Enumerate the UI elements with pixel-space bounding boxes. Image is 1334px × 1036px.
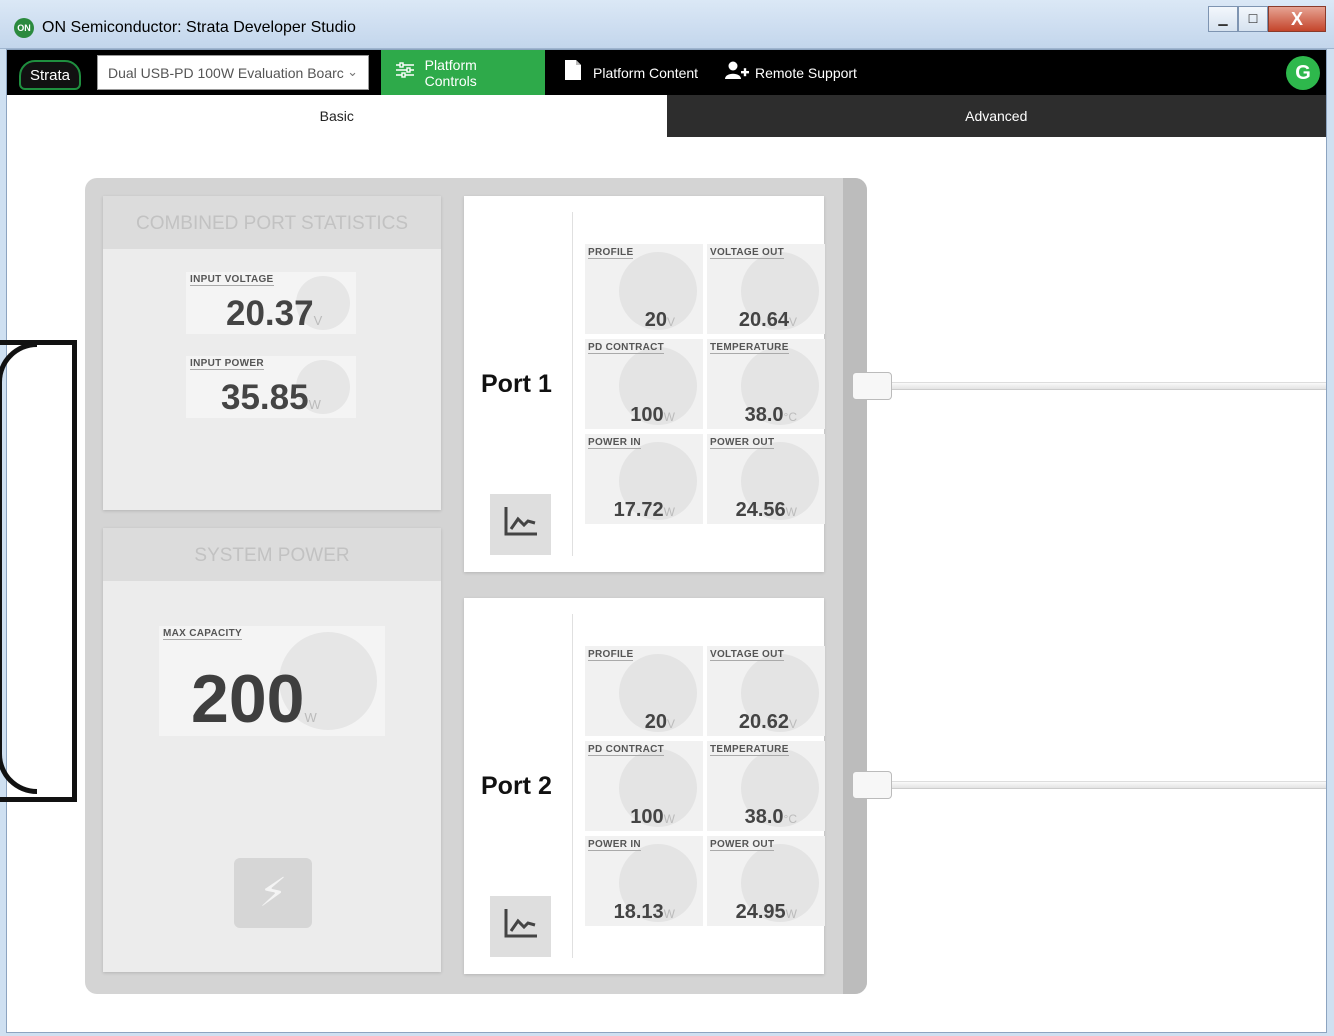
- cell-label: TEMPERATURE: [710, 744, 789, 756]
- cell-label: PROFILE: [588, 649, 634, 661]
- input-voltage-box: INPUT VOLTAGE 20.37V: [186, 272, 356, 334]
- cell-value: 18.13W: [613, 901, 675, 923]
- line-chart-icon: [503, 907, 539, 946]
- cell-label: POWER OUT: [710, 437, 775, 449]
- port-2-card: Port 2 PROFILE 20V VOLTAGE OUT 20.62V PD…: [464, 598, 825, 974]
- port-name: Port 1: [481, 370, 552, 398]
- profile-cell: PROFILE 20V: [585, 244, 703, 334]
- window-titlebar: ON ON Semiconductor: Strata Developer St…: [0, 0, 1334, 49]
- voltage-out-cell: VOLTAGE OUT 20.64V: [707, 244, 825, 334]
- window-title: ON Semiconductor: Strata Developer Studi…: [42, 19, 356, 36]
- cell-value: 24.56W: [735, 499, 797, 521]
- cell-label: PD CONTRACT: [588, 342, 665, 354]
- strata-logo[interactable]: Strata: [19, 60, 81, 90]
- sliders-icon: [395, 62, 415, 83]
- nav-label: Platform Controls: [424, 56, 477, 89]
- cell-value: 38.0°C: [744, 404, 797, 426]
- chevron-down-icon: ⌄: [347, 64, 358, 79]
- power-in-cell: POWER IN 18.13W: [585, 836, 703, 926]
- evaluation-board: COMBINED PORT STATISTICS INPUT VOLTAGE 2…: [85, 178, 867, 994]
- port-divider: [572, 614, 573, 958]
- stat-label: INPUT VOLTAGE: [190, 274, 274, 286]
- cell-value: 20V: [644, 309, 675, 331]
- usb-cable-port-2: [892, 781, 1326, 789]
- user-avatar[interactable]: G: [1286, 56, 1320, 90]
- close-button[interactable]: X: [1268, 6, 1326, 32]
- cell-label: VOLTAGE OUT: [710, 247, 785, 259]
- cell-label: POWER IN: [588, 839, 641, 851]
- cell-value: 24.95W: [735, 901, 797, 923]
- port-divider: [572, 212, 573, 556]
- cell-value: 38.0°C: [744, 806, 797, 828]
- cell-value: 17.72W: [613, 499, 675, 521]
- cell-value: 100W: [630, 404, 675, 426]
- stat-value: 200W: [191, 661, 317, 737]
- power-out-cell: POWER OUT 24.95W: [707, 836, 825, 926]
- temperature-cell: TEMPERATURE 38.0°C: [707, 339, 825, 429]
- cell-value: 20.62V: [738, 711, 797, 733]
- platform-select-value: Dual USB-PD 100W Evaluation Boarc: [108, 65, 344, 81]
- cell-label: PROFILE: [588, 247, 634, 259]
- lightning-bolt-icon: ⚡︎: [234, 858, 312, 928]
- cell-label: PD CONTRACT: [588, 744, 665, 756]
- port-name: Port 2: [481, 772, 552, 800]
- tab-advanced[interactable]: Advanced: [666, 95, 1326, 137]
- stat-value: 35.85W: [221, 378, 321, 417]
- max-capacity-box: MAX CAPACITY 200W: [159, 626, 385, 737]
- power-out-cell: POWER OUT 24.56W: [707, 434, 825, 524]
- voltage-out-cell: VOLTAGE OUT 20.62V: [707, 646, 825, 736]
- profile-cell: PROFILE 20V: [585, 646, 703, 736]
- view-tabs: Basic Advanced: [7, 95, 1326, 137]
- cell-label: TEMPERATURE: [710, 342, 789, 354]
- window-controls: ▁ ☐ X: [1208, 6, 1326, 32]
- stat-value: 20.37V: [226, 294, 323, 333]
- pd-contract-cell: PD CONTRACT 100W: [585, 339, 703, 429]
- top-navigation-bar: Strata Dual USB-PD 100W Evaluation Boarc…: [7, 50, 1326, 95]
- panel-title: COMBINED PORT STATISTICS: [103, 196, 441, 249]
- cell-label: VOLTAGE OUT: [710, 649, 785, 661]
- nav-platform-controls[interactable]: Platform Controls: [381, 50, 545, 95]
- cell-value: 20.64V: [738, 309, 797, 331]
- document-icon: [563, 60, 583, 85]
- stat-label: INPUT POWER: [190, 358, 264, 370]
- input-cable-curve: [0, 342, 37, 794]
- temperature-cell: TEMPERATURE 38.0°C: [707, 741, 825, 831]
- combined-port-statistics-panel: COMBINED PORT STATISTICS INPUT VOLTAGE 2…: [103, 196, 441, 510]
- usb-c-plug-port-2: [852, 771, 892, 799]
- app-window: Strata Dual USB-PD 100W Evaluation Boarc…: [0, 49, 1327, 1033]
- tab-basic[interactable]: Basic: [7, 95, 667, 137]
- minimize-button[interactable]: ▁: [1208, 6, 1238, 32]
- pd-contract-cell: PD CONTRACT 100W: [585, 741, 703, 831]
- line-chart-icon: [503, 505, 539, 544]
- graph-button[interactable]: [490, 494, 551, 555]
- cell-label: POWER IN: [588, 437, 641, 449]
- port-1-card: Port 1 PROFILE 20V VOLTAGE OUT 20.64V PD…: [464, 196, 825, 572]
- input-power-box: INPUT POWER 35.85W: [186, 356, 356, 418]
- usb-c-plug-port-1: [852, 372, 892, 400]
- graph-button[interactable]: [490, 896, 551, 957]
- cell-value: 100W: [630, 806, 675, 828]
- maximize-button[interactable]: ☐: [1238, 6, 1268, 32]
- power-in-cell: POWER IN 17.72W: [585, 434, 703, 524]
- nav-label: Platform Content: [593, 64, 699, 81]
- nav-platform-content[interactable]: Platform Content: [549, 50, 712, 95]
- cell-label: POWER OUT: [710, 839, 775, 851]
- add-user-icon: [725, 61, 749, 84]
- nav-remote-support[interactable]: Remote Support: [711, 50, 871, 95]
- system-power-panel: SYSTEM POWER MAX CAPACITY 200W ⚡︎: [103, 528, 441, 972]
- cell-value: 20V: [644, 711, 675, 733]
- nav-label: Remote Support: [755, 64, 857, 81]
- usb-cable-port-1: [892, 382, 1326, 390]
- platform-select[interactable]: Dual USB-PD 100W Evaluation Boarc ⌄: [97, 55, 369, 90]
- stat-label: MAX CAPACITY: [163, 628, 242, 640]
- panel-title: SYSTEM POWER: [103, 528, 441, 581]
- app-icon: ON: [14, 18, 34, 38]
